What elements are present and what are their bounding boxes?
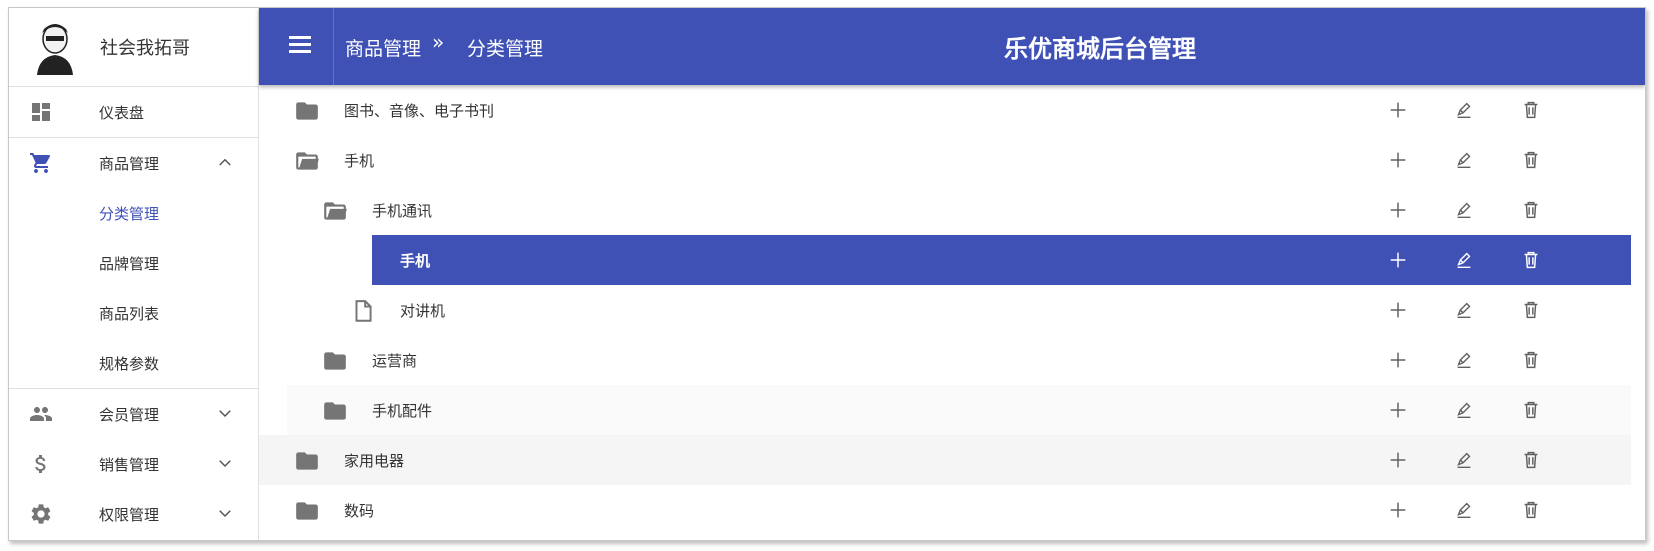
tree-node-label: 手机通讯 — [372, 202, 433, 220]
delete-icon[interactable] — [1520, 249, 1542, 271]
delete-icon[interactable] — [1520, 399, 1542, 421]
folder-icon — [324, 402, 346, 420]
sidebar-subitem-category[interactable]: 分类管理 — [9, 188, 258, 238]
sidebar-subitem-label: 商品列表 — [99, 304, 160, 323]
sidebar-subitem-label: 分类管理 — [99, 204, 160, 223]
delete-icon[interactable] — [1520, 449, 1542, 471]
username: 社会我拓哥 — [100, 38, 190, 59]
sidebar-subitem-brand[interactable]: 品牌管理 — [9, 238, 258, 288]
edit-icon[interactable] — [1453, 249, 1475, 271]
tree-node-label: 对讲机 — [400, 302, 446, 320]
edit-icon[interactable] — [1453, 499, 1475, 521]
tree-row[interactable]: 手机 — [259, 135, 1645, 185]
sidebar-item-dashboard[interactable]: 仪表盘 — [9, 87, 258, 137]
folder-icon — [296, 502, 318, 520]
user-profile: 社会我拓哥 — [9, 8, 258, 87]
delete-icon[interactable] — [1520, 149, 1542, 171]
row-hover — [287, 385, 1631, 435]
breadcrumb-parent[interactable]: 商品管理 — [345, 34, 421, 61]
menu-icon — [289, 43, 311, 46]
delete-icon[interactable] — [1520, 349, 1542, 371]
sidebar-item-sales[interactable]: 销售管理 — [9, 439, 258, 489]
add-icon[interactable] — [1387, 399, 1409, 421]
sidebar-item-label: 商品管理 — [99, 154, 160, 173]
tree-row[interactable]: 手机通讯 — [259, 185, 1645, 235]
page-title: 乐优商城后台管理 — [1004, 35, 1196, 63]
sidebar-item-label: 会员管理 — [99, 405, 160, 424]
delete-icon[interactable] — [1520, 499, 1542, 521]
category-tree: 图书、音像、电子书刊 手机 手机通讯 手机 对讲机 运营商 手机配件 家用电器 数码 — [259, 85, 1645, 535]
folder-icon — [296, 102, 318, 120]
gear-icon — [31, 504, 51, 524]
edit-icon[interactable] — [1453, 349, 1475, 371]
tree-node-label: 手机 — [344, 152, 375, 170]
menu-icon — [289, 36, 311, 39]
sidebar-subitem-goods-list[interactable]: 商品列表 — [9, 288, 258, 338]
avatar[interactable] — [33, 19, 77, 75]
breadcrumb-separator: » — [432, 30, 445, 54]
add-icon[interactable] — [1387, 349, 1409, 371]
chevron-up-icon[interactable] — [216, 153, 234, 171]
tree-row[interactable]: 图书、音像、电子书刊 — [259, 85, 1645, 135]
chevron-down-icon[interactable] — [216, 404, 234, 422]
file-icon — [355, 250, 372, 272]
tree-node-label: 手机 — [400, 252, 431, 270]
tree-row[interactable]: 对讲机 — [259, 285, 1645, 335]
tree-row[interactable]: 数码 — [259, 485, 1645, 535]
app-window: 社会我拓哥 仪表盘 商品管理 分类管理 品牌管理 商品列表 规格参数 会员管理 … — [8, 7, 1646, 541]
people-icon — [30, 407, 52, 421]
folder-icon — [296, 452, 318, 470]
tree-node-label: 数码 — [344, 502, 375, 520]
top-bar: 商品管理 » 分类管理 乐优商城后台管理 — [259, 8, 1645, 85]
sidebar-subitem-label: 规格参数 — [99, 354, 160, 373]
tree-row[interactable]: 手机配件 — [259, 385, 1645, 435]
chevron-down-icon[interactable] — [216, 454, 234, 472]
sidebar-item-label: 权限管理 — [99, 505, 160, 524]
tree-node-label: 手机配件 — [372, 402, 433, 420]
add-icon[interactable] — [1387, 299, 1409, 321]
breadcrumb-current: 分类管理 — [467, 38, 544, 60]
edit-icon[interactable] — [1453, 449, 1475, 471]
dollar-icon — [35, 455, 46, 473]
delete-icon[interactable] — [1520, 99, 1542, 121]
delete-icon[interactable] — [1520, 199, 1542, 221]
edit-icon[interactable] — [1453, 299, 1475, 321]
add-icon[interactable] — [1387, 199, 1409, 221]
tree-node-label: 运营商 — [372, 352, 418, 370]
add-icon[interactable] — [1387, 499, 1409, 521]
tree-node-label: 图书、音像、电子书刊 — [344, 102, 495, 120]
sidebar-subitem-spec[interactable]: 规格参数 — [9, 338, 258, 388]
sidebar-item-label: 销售管理 — [99, 455, 160, 474]
sidebar-item-permission[interactable]: 权限管理 — [9, 489, 258, 539]
menu-icon — [289, 50, 311, 53]
folder-icon — [324, 352, 346, 370]
sidebar: 社会我拓哥 仪表盘 商品管理 分类管理 品牌管理 商品列表 规格参数 会员管理 … — [9, 8, 259, 540]
row-highlight — [372, 235, 1631, 285]
file-icon — [355, 300, 372, 322]
tree-row[interactable]: 手机 — [259, 235, 1645, 285]
folder-open-icon — [296, 152, 319, 170]
row-hover — [259, 435, 1631, 485]
edit-icon[interactable] — [1453, 99, 1475, 121]
tree-row[interactable]: 家用电器 — [259, 435, 1645, 485]
sidebar-item-product[interactable]: 商品管理 — [9, 137, 258, 188]
sidebar-item-member[interactable]: 会员管理 — [9, 388, 258, 439]
edit-icon[interactable] — [1453, 399, 1475, 421]
sidebar-item-label: 仪表盘 — [99, 103, 145, 122]
edit-icon[interactable] — [1453, 199, 1475, 221]
dashboard-icon — [32, 103, 50, 121]
folder-open-icon — [324, 202, 347, 220]
menu-toggle-button[interactable] — [259, 8, 334, 85]
add-icon[interactable] — [1387, 449, 1409, 471]
delete-icon[interactable] — [1520, 299, 1542, 321]
edit-icon[interactable] — [1453, 149, 1475, 171]
tree-row[interactable]: 运营商 — [259, 335, 1645, 385]
cart-icon — [30, 153, 51, 173]
add-icon[interactable] — [1387, 99, 1409, 121]
sidebar-subitem-label: 品牌管理 — [99, 254, 160, 273]
chevron-down-icon[interactable] — [216, 504, 234, 522]
tree-node-label: 家用电器 — [344, 452, 405, 470]
add-icon[interactable] — [1387, 249, 1409, 271]
add-icon[interactable] — [1387, 149, 1409, 171]
